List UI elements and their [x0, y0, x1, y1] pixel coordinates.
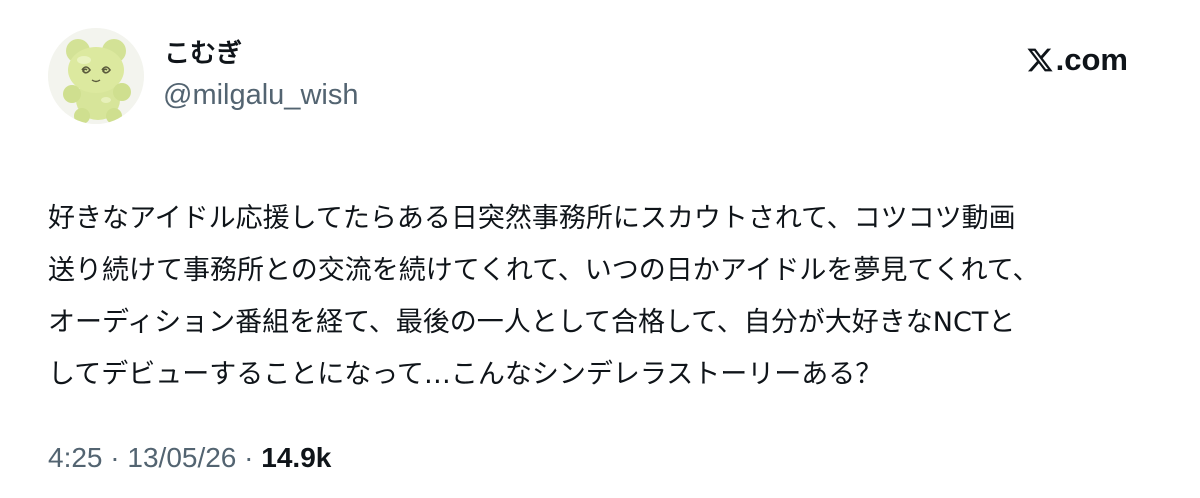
post-meta: 4:25 · 13/05/26 · 14.9k — [48, 440, 331, 476]
gummy-bear-avatar-icon — [48, 28, 144, 124]
avatar[interactable] — [48, 28, 144, 124]
post-text: 好きなアイドル応援してたらある日突然事務所にスカウトされて、コツコツ動画 送り続… — [48, 193, 1158, 401]
post-date[interactable]: 13/05/26 — [127, 442, 236, 473]
post-text-line: してデビューすることになって…こんなシンデレラストーリーある？ — [48, 359, 883, 390]
x-logo-icon — [1026, 46, 1054, 74]
meta-separator: · — [102, 442, 128, 473]
brand-text: .com — [1055, 42, 1128, 77]
post-text-line: 好きなアイドル応援してたらある日突然事務所にスカウトされて、コツコツ動画 — [48, 203, 1016, 234]
meta-separator: · — [236, 442, 262, 473]
view-count: 14.9k — [261, 442, 332, 473]
post-time[interactable]: 4:25 — [48, 442, 103, 473]
post-text-line: オーディション番組を経て、最後の一人として合格して、自分が大好きなNCTと — [48, 307, 1016, 338]
author-display-name[interactable]: こむぎ — [164, 38, 242, 70]
brand-mark: .com — [1026, 40, 1128, 80]
author-handle[interactable]: @milgalu_wish — [163, 78, 358, 112]
post-text-line: 送り続けて事務所との交流を続けてくれて、いつの日かアイドルを夢見てくれて、 — [48, 255, 1040, 286]
post-card: こむぎ @milgalu_wish .com 好きなアイドル応援してたらある日突… — [0, 0, 1200, 498]
